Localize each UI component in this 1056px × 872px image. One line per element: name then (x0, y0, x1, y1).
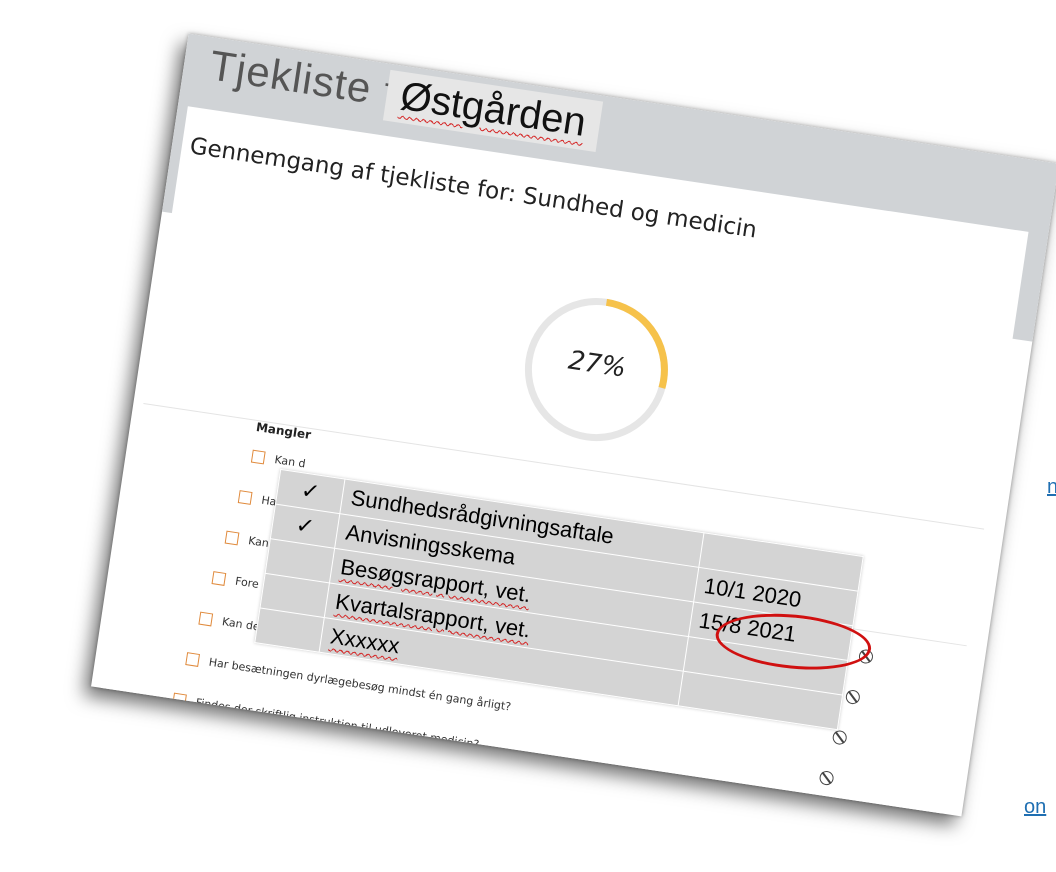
checkbox[interactable] (198, 611, 214, 627)
checklist-screenshot: Tjekliste for: Østgården Gennemgang af t… (91, 33, 1056, 817)
question-text: Kan d (273, 453, 307, 471)
checkbox[interactable] (224, 530, 240, 546)
edge-link-1[interactable]: n (1047, 476, 1056, 499)
not-applicable-icon[interactable] (818, 770, 835, 787)
question-row[interactable]: Kan d (250, 449, 307, 471)
not-applicable-icon[interactable] (831, 729, 848, 746)
not-applicable-icon[interactable] (844, 689, 861, 706)
checkbox[interactable] (250, 449, 266, 465)
edge-link-2[interactable]: on (1024, 796, 1046, 819)
checkbox[interactable] (237, 490, 253, 505)
document-status-table: ✓ Sundhedsrådgivningsaftale ✓ Anvisnings… (254, 468, 864, 731)
question-row[interactable]: Fore (211, 571, 260, 591)
question-text: Findes der skriftlig instruktion til udl… (194, 696, 480, 752)
section-title-mangler: Mangler (255, 419, 312, 443)
question-text: Fore (234, 574, 260, 591)
checklist-panel: Gennemgang af tjekliste for: Sundhed og … (99, 106, 1029, 817)
checkbox[interactable] (172, 692, 187, 708)
checkbox[interactable] (211, 571, 227, 586)
checkbox[interactable] (185, 652, 201, 667)
not-applicable-icon[interactable] (805, 810, 822, 817)
document-name-text: Xxxxxx (328, 623, 402, 659)
